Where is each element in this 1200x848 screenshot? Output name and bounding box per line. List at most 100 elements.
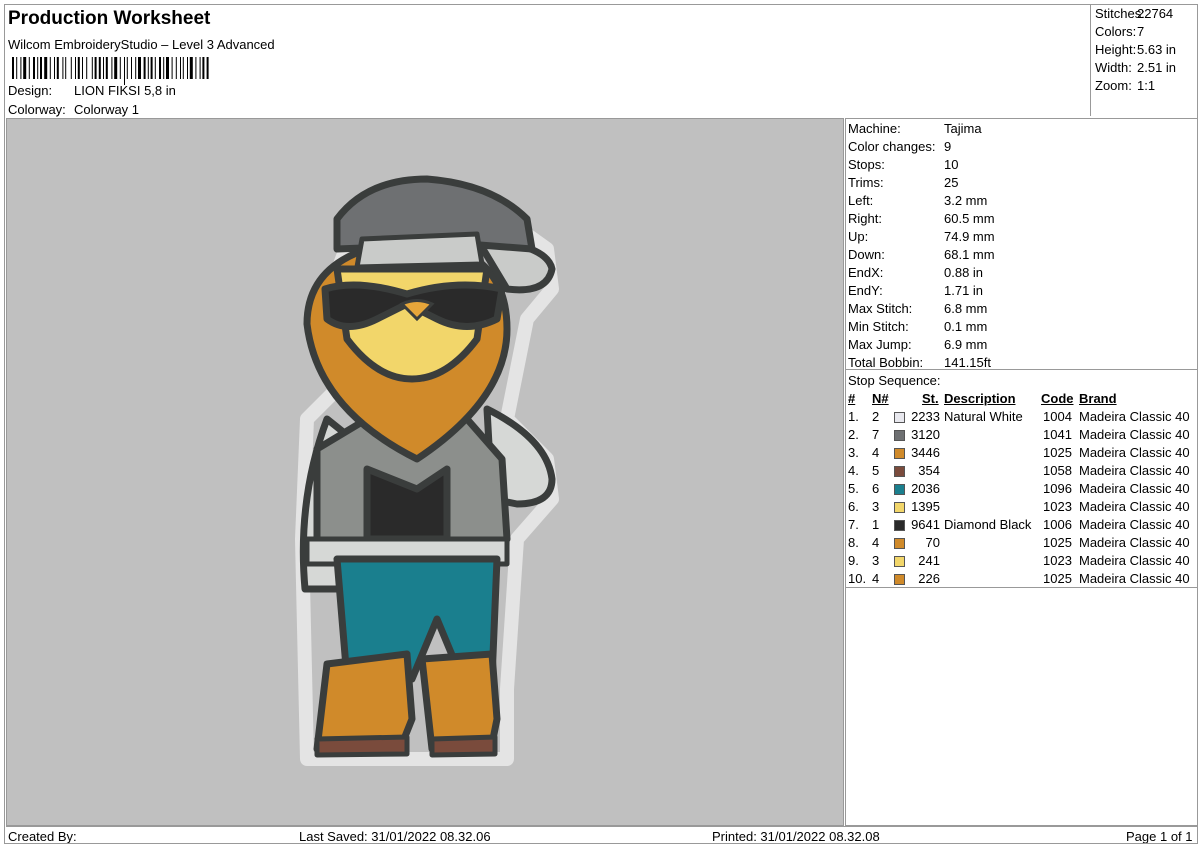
page-title: Production Worksheet: [8, 8, 211, 29]
cell-n: 7: [872, 427, 880, 442]
barcode-bar: [154, 57, 156, 79]
cell-code: 1058: [1043, 463, 1072, 478]
barcode-bar: [86, 57, 88, 79]
cell-num: 7.: [848, 517, 859, 532]
table-row: 3. 4 3446 1025 Madeira Classic 40: [846, 445, 1197, 463]
table-row: 2. 7 3120 1041 Madeira Classic 40: [846, 427, 1197, 445]
barcode-bar: [131, 57, 132, 79]
stat-zoom: Zoom: 1:1: [1095, 78, 1156, 93]
barcode-bar: [119, 57, 121, 79]
cell-code: 1025: [1043, 571, 1072, 586]
thread-color-swatch: [894, 430, 905, 441]
barcode-bar: [163, 57, 165, 79]
table-row: 6. 3 1395 1023 Madeira Classic 40: [846, 499, 1197, 517]
barcode-bar: [182, 57, 184, 79]
cell-st: 2036: [911, 481, 940, 496]
cell-st: 226: [918, 571, 940, 586]
info-total-bobbin: Total Bobbin: 141.15ft: [848, 355, 991, 370]
divider: [846, 369, 1197, 370]
table-row: 5. 6 2036 1096 Madeira Classic 40: [846, 481, 1197, 499]
barcode-bar: [138, 57, 141, 79]
barcode-bar: [49, 57, 51, 79]
cell-num: 9.: [848, 553, 859, 568]
barcode-icon: [12, 57, 209, 85]
info-endx: EndX: 0.88 in: [848, 265, 984, 280]
barcode-bar: [75, 57, 76, 79]
barcode-bar: [91, 57, 93, 79]
table-row: 7. 1 9641 Diamond Black 1006 Madeira Classic …: [846, 517, 1197, 535]
barcode-bar: [16, 57, 18, 79]
cell-n: 5: [872, 463, 880, 478]
barcode-bar: [189, 57, 193, 79]
table-row: 8. 4 70 1025 Madeira Classic 40: [846, 535, 1197, 553]
barcode-bar: [126, 57, 128, 79]
cell-brand: Madeira Classic 40: [1079, 463, 1190, 478]
col-st-header: St.: [922, 391, 939, 406]
barcode-bar: [82, 57, 83, 79]
info-endy: EndY: 1.71 in: [848, 283, 984, 298]
info-color-changes: Color changes: 9: [848, 139, 952, 154]
barcode-bar: [103, 57, 104, 79]
stop-sequence-title: Stop Sequence:: [848, 373, 941, 388]
design-preview: [6, 118, 844, 826]
barcode-bar: [202, 57, 205, 79]
cell-code: 1096: [1043, 481, 1072, 496]
divider: [846, 587, 1197, 588]
cell-code: 1004: [1043, 409, 1072, 424]
thread-color-swatch: [894, 448, 905, 459]
cell-code: 1025: [1043, 445, 1072, 460]
info-trims: Trims: 25: [848, 175, 959, 190]
stat-height: Height: 5.63 in: [1095, 42, 1177, 57]
barcode-bar: [56, 57, 59, 79]
barcode-bar: [105, 57, 108, 79]
cell-num: 5.: [848, 481, 859, 496]
col-n-header: N#: [872, 391, 889, 406]
info-stops: Stops: 10: [848, 157, 959, 172]
page-number: Page 1 of 1: [1126, 829, 1193, 844]
cell-st: 9641: [911, 517, 940, 532]
worksheet-header: Production Worksheet Wilcom EmbroiderySt…: [6, 6, 1094, 118]
barcode-bar: [33, 57, 35, 79]
cell-n: 1: [872, 517, 880, 532]
barcode-bar: [54, 57, 55, 79]
col-brand-header: Brand: [1079, 391, 1117, 406]
cell-n: 4: [872, 571, 880, 586]
barcode-bar: [62, 57, 64, 79]
cell-brand: Madeira Classic 40: [1079, 427, 1190, 442]
barcode-bar: [187, 57, 188, 79]
cell-brand: Madeira Classic 40: [1079, 409, 1190, 424]
cell-num: 4.: [848, 463, 859, 478]
barcode-bar: [206, 57, 209, 79]
barcode-bar: [111, 57, 113, 79]
barcode-bar: [98, 57, 101, 79]
cell-brand: Madeira Classic 40: [1079, 481, 1190, 496]
barcode-bar: [77, 57, 80, 79]
cell-st: 2233: [911, 409, 940, 424]
cell-n: 2: [872, 409, 880, 424]
barcode-bar: [180, 57, 181, 79]
table-row: 9. 3 241 1023 Madeira Classic 40: [846, 553, 1197, 571]
barcode-bar: [65, 57, 67, 79]
lion-character-icon: [295, 175, 559, 766]
barcode-bar: [199, 57, 201, 79]
colorway-value: Colorway 1: [74, 102, 140, 117]
cell-st: 3446: [911, 445, 940, 460]
info-min-stitch: Min Stitch: 0.1 mm: [848, 319, 988, 334]
info-left: Left: 3.2 mm: [848, 193, 988, 208]
barcode-bar: [37, 57, 39, 79]
barcode-bar: [114, 57, 118, 79]
barcode-bar: [195, 57, 197, 79]
cell-description: Natural White: [944, 409, 1023, 424]
design-label: Design:: [8, 83, 53, 98]
cell-code: 1006: [1043, 517, 1072, 532]
software-subtitle: Wilcom EmbroideryStudio – Level 3 Advanc…: [8, 37, 275, 52]
barcode-bar: [175, 57, 177, 79]
stat-width: Width: 2.51 in: [1095, 60, 1177, 75]
cell-code: 1025: [1043, 535, 1072, 550]
barcode-bar: [94, 57, 97, 79]
barcode-bar: [159, 57, 161, 79]
stat-colors: Colors: 7: [1095, 24, 1145, 39]
barcode-bar: [12, 57, 14, 79]
info-down: Down: 68.1 mm: [848, 247, 995, 262]
barcode-bar: [44, 57, 48, 79]
